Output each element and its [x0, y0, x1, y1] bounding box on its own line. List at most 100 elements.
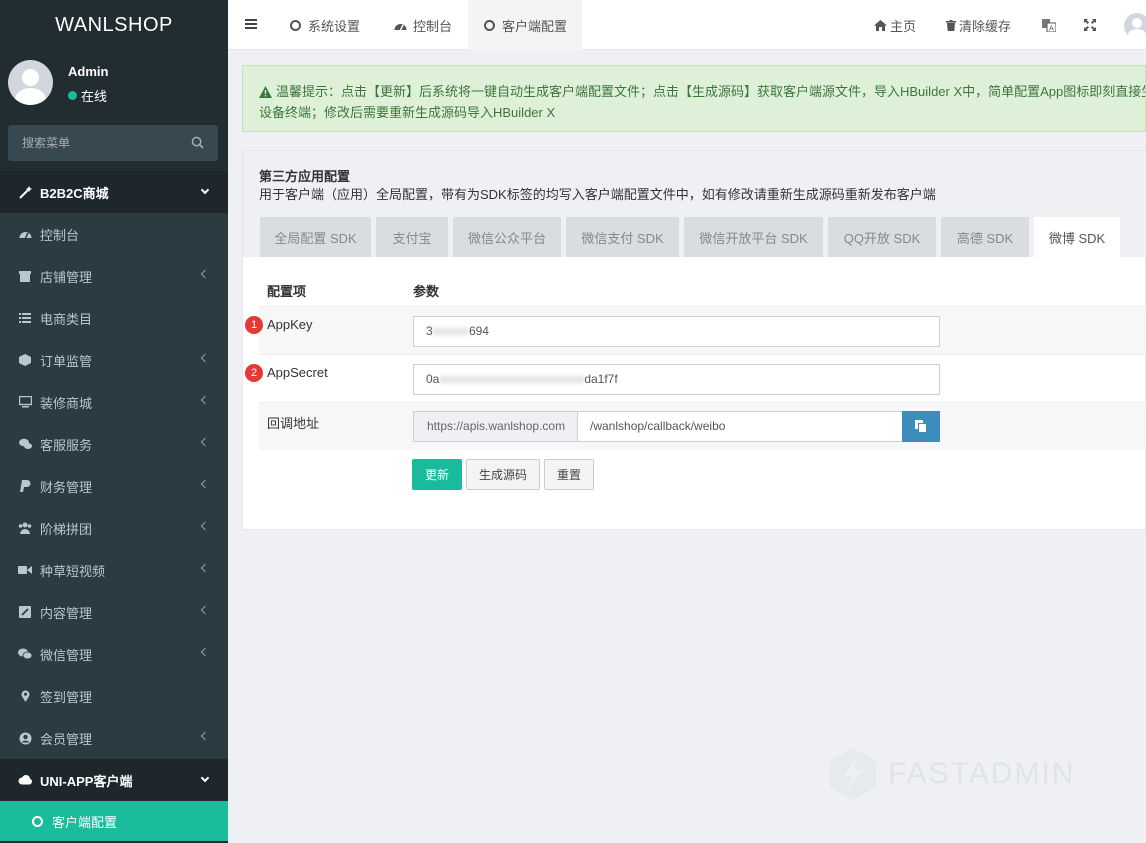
user-circle-icon — [18, 731, 32, 745]
sidebar-item-category[interactable]: 电商类目 — [0, 297, 228, 339]
sidebar-item-content[interactable]: 内容管理 — [0, 591, 228, 633]
tab-label: 客户端配置 — [502, 18, 568, 34]
list-icon — [18, 311, 32, 325]
cloud-icon — [18, 773, 32, 787]
tab-wechat-open-sdk[interactable]: 微信开放平台 SDK — [684, 217, 823, 257]
appsecret-input[interactable]: 0a●●●●●●●●●●●●●●●●●●●●da1f7f — [413, 364, 940, 395]
row-label: AppSecret — [267, 365, 328, 380]
sidebar-item-wechat[interactable]: 微信管理 — [0, 633, 228, 675]
callback-url-input[interactable]: /wanlshop/callback/weibo — [577, 411, 903, 442]
chevron-left-icon — [200, 437, 210, 447]
avatar — [8, 60, 53, 105]
tab-weibo-sdk[interactable]: 微博 SDK — [1034, 217, 1120, 257]
chevron-left-icon — [200, 395, 210, 405]
tab-wechat-mp[interactable]: 微信公众平台 — [453, 217, 561, 257]
language-button[interactable]: A — [1042, 0, 1056, 50]
app-logo[interactable]: WANLSHOP — [0, 0, 228, 50]
fastadmin-watermark: FASTADMIN — [830, 748, 1075, 800]
tab-qq-sdk[interactable]: QQ开放 SDK — [828, 217, 936, 257]
users-icon — [18, 521, 32, 535]
sidebar-item-orders[interactable]: 订单监管 — [0, 339, 228, 381]
menu-section-uniapp[interactable]: UNI-APP客户端 — [0, 759, 228, 801]
sidebar-item-label: 签到管理 — [40, 689, 93, 705]
sidebar-item-label: 控制台 — [40, 227, 80, 243]
sidebar-item-checkin[interactable]: 签到管理 — [0, 675, 228, 717]
map-marker-icon — [18, 689, 32, 703]
sidebar-item-label: 内容管理 — [40, 605, 93, 621]
tab-dashboard[interactable]: 控制台 — [380, 0, 468, 50]
sidebar-item-customer-service[interactable]: 客服服务 — [0, 423, 228, 465]
circle-icon — [484, 19, 495, 31]
top-navbar: 系统设置 控制台 客户端配置 主页 清除缓存 A — [228, 0, 1146, 50]
menu-search — [8, 125, 218, 161]
row-label: 回调地址 — [267, 416, 320, 431]
video-icon — [18, 563, 32, 577]
menu-section-b2b2c[interactable]: B2B2C商城 — [0, 171, 228, 213]
tab-label: 控制台 — [413, 18, 453, 34]
reset-button[interactable]: 重置 — [544, 459, 594, 490]
copy-icon — [915, 420, 927, 433]
panel-title: 第三方应用配置 — [259, 169, 351, 184]
chevron-down-icon — [200, 185, 210, 195]
user-avatar-button[interactable] — [1124, 13, 1146, 39]
trash-icon — [946, 19, 956, 31]
sidebar-item-label: 装修商城 — [40, 395, 93, 411]
translate-icon: A — [1042, 18, 1056, 32]
row-appsecret: 2 AppSecret 0a●●●●●●●●●●●●●●●●●●●●da1f7f — [245, 354, 1146, 402]
column-header-param: 参数 — [413, 284, 440, 299]
chevron-down-icon — [200, 773, 210, 783]
row-appkey: 1 AppKey 3●●●●●694 — [245, 306, 1146, 354]
edit-icon — [18, 605, 32, 619]
sidebar-item-label: 财务管理 — [40, 479, 93, 495]
wechat-icon — [18, 647, 32, 661]
tab-global-sdk[interactable]: 全局配置 SDK — [260, 217, 371, 257]
tab-system-settings[interactable]: 系统设置 — [278, 0, 378, 50]
tab-amap-sdk[interactable]: 高德 SDK — [941, 217, 1029, 257]
sidebar-menu: B2B2C商城 控制台 店铺管理 电商类目 订单监管 装修商城 客服服务 财务管… — [0, 171, 228, 841]
sidebar-item-video[interactable]: 种草短视频 — [0, 549, 228, 591]
sidebar-item-label: 会员管理 — [40, 731, 93, 747]
callback-url-prefix: https://apis.wanlshop.com — [413, 411, 578, 442]
copy-button[interactable] — [902, 411, 940, 442]
appkey-input[interactable]: 3●●●●●694 — [413, 316, 940, 347]
menu-toggle-icon[interactable] — [245, 19, 257, 29]
tab-client-config[interactable]: 客户端配置 — [468, 0, 582, 50]
update-button[interactable]: 更新 — [412, 459, 462, 490]
sidebar-item-label: 阶梯拼团 — [40, 521, 93, 537]
tab-wechat-pay-sdk[interactable]: 微信支付 SDK — [566, 217, 679, 257]
masked-text: ●●●●● — [432, 324, 469, 338]
sidebar-item-finance[interactable]: 财务管理 — [0, 465, 228, 507]
sidebar-item-client-config[interactable]: 客户端配置 — [0, 801, 228, 841]
tab-alipay[interactable]: 支付宝 — [376, 217, 448, 257]
dashboard-icon — [18, 227, 32, 241]
sidebar-item-label: 电商类目 — [40, 311, 93, 327]
sidebar-item-store[interactable]: 店铺管理 — [0, 255, 228, 297]
store-icon — [18, 269, 32, 283]
user-name: Admin — [68, 64, 109, 79]
sidebar-item-decoration[interactable]: 装修商城 — [0, 381, 228, 423]
sidebar: WANLSHOP Admin 在线 B2B2C商城 控制台 店铺管理 电商类目 — [0, 0, 228, 843]
home-icon — [874, 19, 887, 31]
expand-icon — [1084, 19, 1096, 31]
sidebar-item-label: 订单监管 — [40, 353, 93, 369]
chevron-left-icon — [200, 605, 210, 615]
user-panel: Admin 在线 — [0, 50, 228, 116]
magic-wand-icon — [18, 185, 32, 199]
clear-cache-button[interactable]: 清除缓存 — [946, 0, 1011, 50]
sidebar-item-group-buy[interactable]: 阶梯拼团 — [0, 507, 228, 549]
chevron-left-icon — [200, 563, 210, 573]
generate-source-button[interactable]: 生成源码 — [466, 459, 540, 490]
sidebar-item-label: 客服服务 — [40, 437, 93, 453]
online-dot-icon — [68, 91, 77, 100]
fullscreen-button[interactable] — [1084, 0, 1096, 50]
home-link[interactable]: 主页 — [874, 0, 916, 50]
chevron-left-icon — [200, 479, 210, 489]
sidebar-item-dashboard[interactable]: 控制台 — [0, 213, 228, 255]
search-icon[interactable] — [191, 136, 204, 149]
cube-icon — [18, 353, 32, 367]
step-badge: 2 — [245, 364, 263, 382]
menu-search-input[interactable] — [8, 125, 178, 161]
sidebar-item-members[interactable]: 会员管理 — [0, 717, 228, 759]
watermark-text: FASTADMIN — [888, 757, 1076, 790]
tip-line-2: 设备终端；修改后需要重新生成源码导入HBuilder X — [259, 105, 556, 120]
